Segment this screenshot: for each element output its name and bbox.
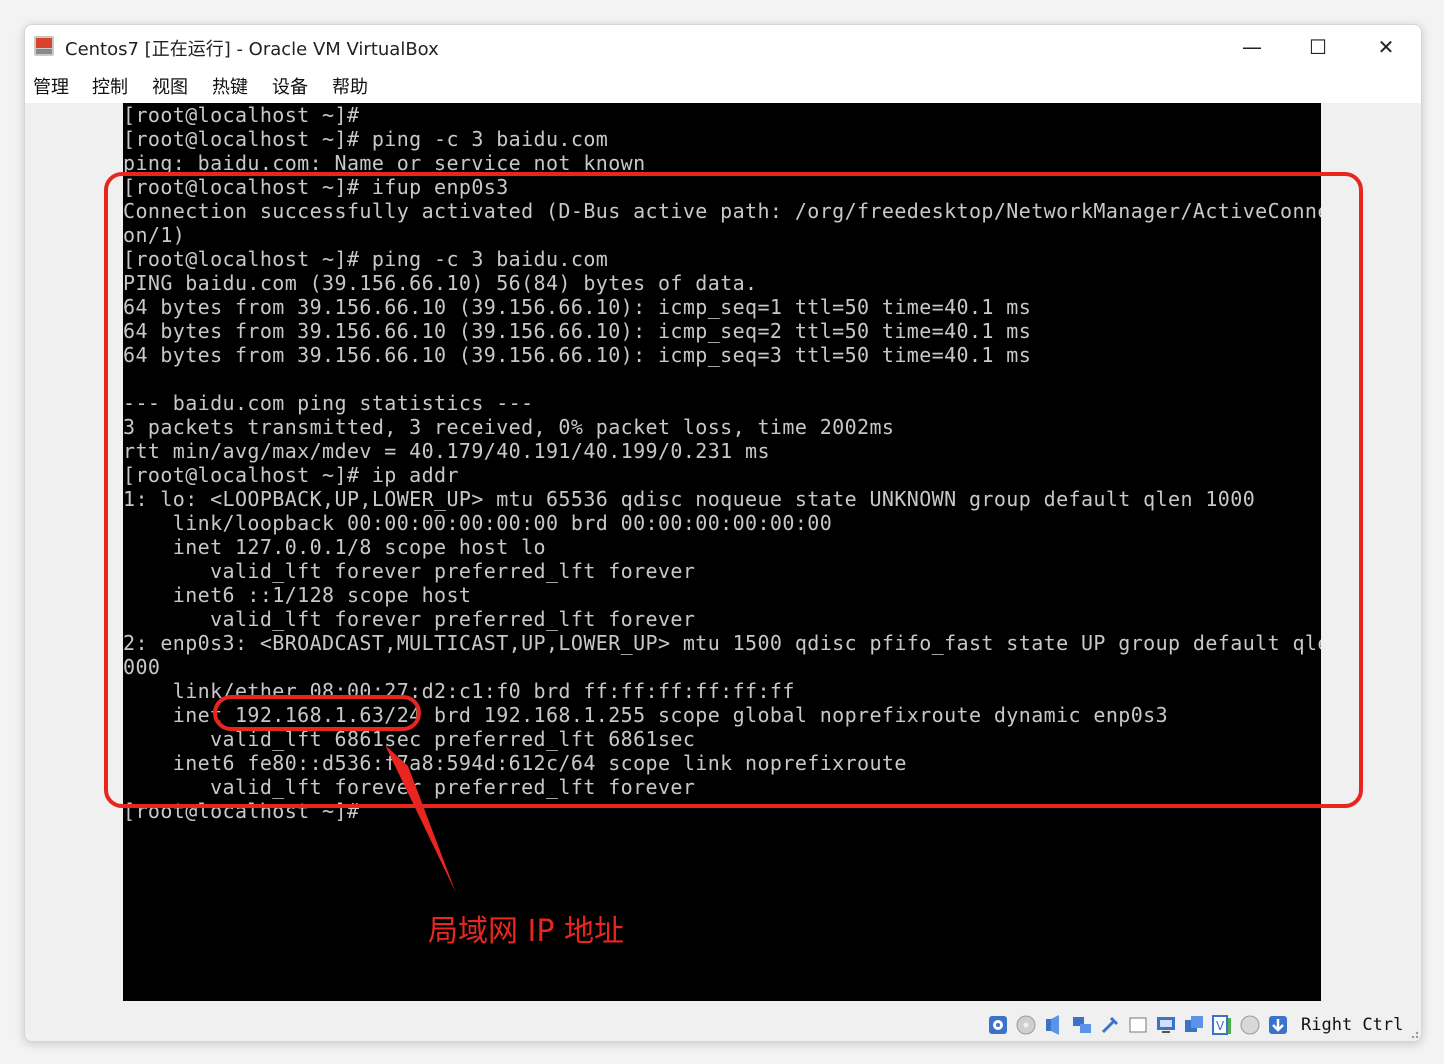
network-icon[interactable] — [1071, 1014, 1093, 1036]
host-key-label: Right Ctrl — [1301, 1015, 1404, 1035]
terminal-line: link/ether 08:00:27:d2:c1:f0 brd ff:ff:f… — [123, 679, 795, 703]
terminal-line: ping: baidu.com: Name or service not kno… — [123, 151, 646, 175]
terminal-line: [root@localhost ~]# ping -c 3 baidu.com — [123, 127, 609, 151]
menu-bar: 管理 控制 视图 热键 设备 帮助 — [25, 69, 1421, 103]
terminal-line: Connection successfully activated (D-Bus… — [123, 199, 1321, 223]
menu-manage[interactable]: 管理 — [33, 73, 69, 99]
terminal-line: 64 bytes from 39.156.66.10 (39.156.66.10… — [123, 295, 1032, 319]
keyboard-capture-icon[interactable] — [1267, 1014, 1289, 1036]
terminal-line: 2: enp0s3: <BROADCAST,MULTICAST,UP,LOWER… — [123, 631, 1321, 655]
screen-recording-icon[interactable] — [1183, 1014, 1205, 1036]
terminal-line: valid_lft forever preferred_lft forever — [123, 775, 696, 799]
menu-help[interactable]: 帮助 — [332, 73, 368, 99]
resize-grip-icon[interactable] — [1407, 1027, 1419, 1039]
terminal-line: valid_lft forever preferred_lft forever — [123, 559, 696, 583]
window-title: Centos7 [正在运行] - Oracle VM VirtualBox — [65, 39, 439, 60]
virtualbox-window: Centos7 [正在运行] - Oracle VM VirtualBox — … — [24, 24, 1422, 1042]
optical-drive-icon[interactable] — [1015, 1014, 1037, 1036]
terminal-line: [root@localhost ~]# ip addr — [123, 463, 459, 487]
menu-view[interactable]: 视图 — [152, 73, 188, 99]
vm-display-area: [root@localhost ~]# [root@localhost ~]# p… — [25, 103, 1421, 1009]
terminal-line: 64 bytes from 39.156.66.10 (39.156.66.10… — [123, 343, 1032, 367]
terminal-line: rtt min/avg/max/mdev = 40.179/40.191/40.… — [123, 439, 770, 463]
terminal-line: [root@localhost ~]# — [123, 103, 360, 127]
terminal-line: 1: lo: <LOOPBACK,UP,LOWER_UP> mtu 65536 … — [123, 487, 1256, 511]
audio-icon[interactable] — [1043, 1014, 1065, 1036]
virtualbox-app-icon — [34, 36, 54, 56]
terminal-line: 3 packets transmitted, 3 received, 0% pa… — [123, 415, 895, 439]
terminal-line: on/1) — [123, 223, 186, 247]
usb-icon[interactable] — [1099, 1014, 1121, 1036]
terminal-line: inet6 fe80::d536:f7a8:594d:612c/64 scope… — [123, 751, 907, 775]
shared-folder-icon[interactable] — [1127, 1014, 1149, 1036]
menu-devices[interactable]: 设备 — [272, 73, 308, 99]
mouse-integration-icon[interactable] — [1239, 1014, 1261, 1036]
terminal-line: --- baidu.com ping statistics --- — [123, 391, 534, 415]
terminal-line: [root@localhost ~]# ifup enp0s3 — [123, 175, 509, 199]
terminal-line: PING baidu.com (39.156.66.10) 56(84) byt… — [123, 271, 758, 295]
close-button[interactable]: ✕ — [1363, 29, 1409, 65]
maximize-button[interactable]: ☐ — [1295, 29, 1341, 65]
terminal-line: [root@localhost ~]# ping -c 3 baidu.com — [123, 247, 609, 271]
minimize-button[interactable]: — — [1229, 29, 1275, 65]
terminal-line: [root@localhost ~]# — [123, 799, 360, 823]
status-bar: V Right Ctrl — [25, 1011, 1421, 1041]
terminal-line: inet6 ::1/128 scope host — [123, 583, 472, 607]
terminal-output: [root@localhost ~]# [root@localhost ~]# p… — [123, 103, 1321, 823]
menu-hotkeys[interactable]: 热键 — [212, 73, 248, 99]
terminal-line: valid_lft forever preferred_lft forever — [123, 607, 696, 631]
vm-status-icon[interactable]: V — [1211, 1014, 1233, 1036]
terminal-line: valid_lft 6861sec preferred_lft 6861sec — [123, 727, 696, 751]
terminal-line: 64 bytes from 39.156.66.10 (39.156.66.10… — [123, 319, 1032, 343]
terminal-line: inet 192.168.1.63/24 brd 192.168.1.255 s… — [123, 703, 1169, 727]
terminal-line: 000 — [123, 655, 161, 679]
terminal-line: link/loopback 00:00:00:00:00:00 brd 00:0… — [123, 511, 833, 535]
menu-control[interactable]: 控制 — [92, 73, 128, 99]
vm-screen[interactable]: [root@localhost ~]# [root@localhost ~]# p… — [123, 103, 1321, 1001]
hard-disk-icon[interactable] — [987, 1014, 1009, 1036]
annotation-label: 局域网 IP 地址 — [428, 914, 625, 949]
terminal-line: inet 127.0.0.1/8 scope host lo — [123, 535, 546, 559]
display-icon[interactable] — [1155, 1014, 1177, 1036]
title-bar: Centos7 [正在运行] - Oracle VM VirtualBox — … — [25, 25, 1421, 69]
svg-text:V: V — [1216, 1019, 1225, 1033]
